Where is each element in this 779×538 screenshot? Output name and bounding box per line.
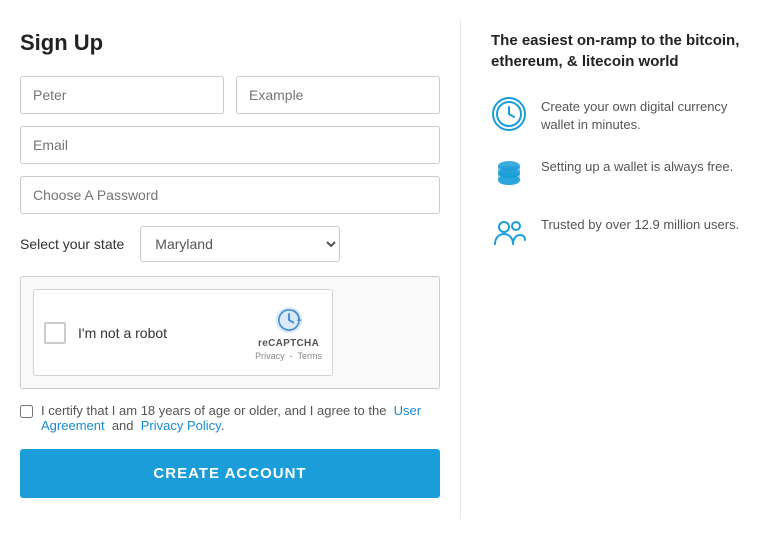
- password-input[interactable]: [20, 176, 440, 214]
- email-input[interactable]: [20, 126, 440, 164]
- feature-item-free: Setting up a wallet is always free.: [491, 156, 759, 192]
- state-select[interactable]: Maryland Alabama Alaska Arizona Arkansas…: [140, 226, 340, 262]
- feature-text-wallet: Create your own digital currency wallet …: [541, 96, 759, 134]
- captcha-terms-link[interactable]: Terms: [298, 351, 323, 361]
- terms-text: I certify that I am 18 years of age or o…: [41, 403, 440, 433]
- captcha-links: Privacy - Terms: [255, 351, 322, 361]
- feature-text-free: Setting up a wallet is always free.: [541, 156, 733, 176]
- captcha-widget[interactable]: I'm not a robot reCAPTCHA Privacy -: [33, 289, 333, 376]
- users-icon: [491, 214, 527, 250]
- page-title: Sign Up: [20, 30, 440, 56]
- recaptcha-icon: [273, 304, 305, 336]
- feature-list: Create your own digital currency wallet …: [491, 96, 759, 250]
- create-account-button[interactable]: CREATE ACCOUNT: [20, 449, 440, 498]
- coins-icon: [491, 156, 527, 192]
- clock-icon: [491, 96, 527, 132]
- sidebar-tagline: The easiest on-ramp to the bitcoin, ethe…: [491, 30, 759, 72]
- captcha-left: I'm not a robot: [44, 322, 167, 344]
- feature-item-trusted: Trusted by over 12.9 million users.: [491, 214, 759, 250]
- terms-row: I certify that I am 18 years of age or o…: [20, 403, 440, 433]
- password-row: [20, 176, 440, 214]
- captcha-privacy-link[interactable]: Privacy: [255, 351, 285, 361]
- name-row: [20, 76, 440, 114]
- captcha-box: I'm not a robot reCAPTCHA Privacy -: [20, 276, 440, 389]
- sidebar-panel: The easiest on-ramp to the bitcoin, ethe…: [460, 20, 779, 518]
- last-name-input[interactable]: [236, 76, 440, 114]
- captcha-checkbox[interactable]: [44, 322, 66, 344]
- terms-checkbox[interactable]: [20, 405, 33, 418]
- first-name-input[interactable]: [20, 76, 224, 114]
- captcha-right: reCAPTCHA Privacy - Terms: [255, 304, 322, 361]
- feature-item-wallet: Create your own digital currency wallet …: [491, 96, 759, 134]
- email-row: [20, 126, 440, 164]
- state-row: Select your state Maryland Alabama Alask…: [20, 226, 440, 262]
- signup-form-panel: Sign Up Select your state Maryland Alaba…: [0, 20, 460, 518]
- state-label: Select your state: [20, 236, 124, 252]
- captcha-label: I'm not a robot: [78, 325, 167, 341]
- feature-text-trusted: Trusted by over 12.9 million users.: [541, 214, 739, 234]
- privacy-policy-link[interactable]: Privacy Policy: [141, 418, 221, 433]
- captcha-brand-label: reCAPTCHA: [258, 338, 319, 349]
